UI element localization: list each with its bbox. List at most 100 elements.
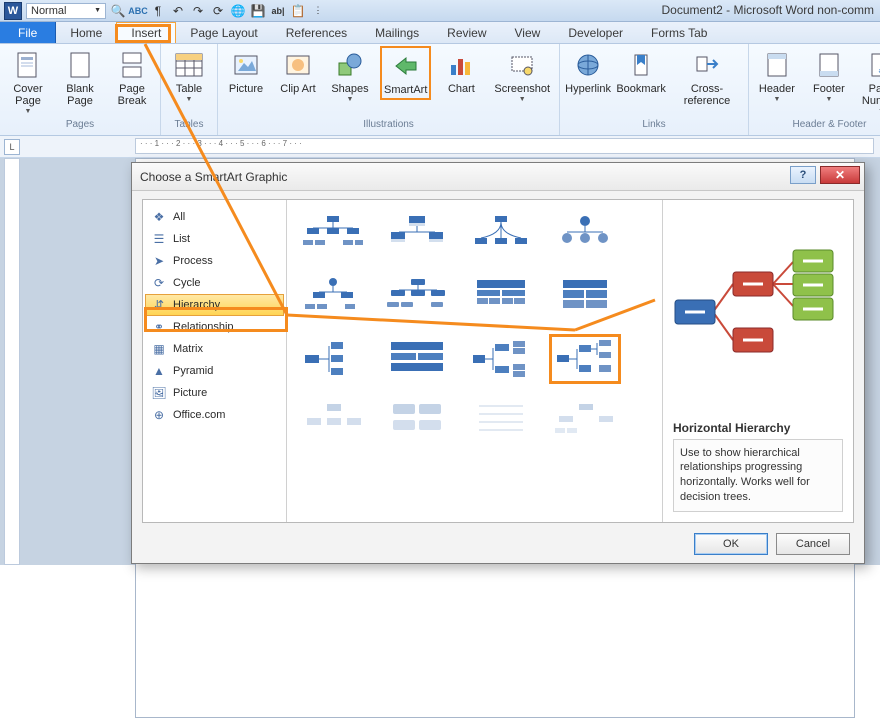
ruler-vertical[interactable] [4,158,20,565]
footer-button[interactable]: Footer▼ [807,46,851,106]
chart-button[interactable]: Chart [439,46,483,98]
thumb-circle-picture-hier[interactable] [549,210,621,260]
bookmark-button[interactable]: Bookmark [618,46,664,98]
blank-page-button[interactable]: Blank Page [58,46,102,110]
group-links-label: Links [566,119,742,133]
thumb-name-title-org[interactable] [381,210,453,260]
group-pages-label: Pages [6,119,154,133]
category-matrix[interactable]: ▦Matrix [143,338,286,360]
shapes-label: Shapes [331,83,368,95]
category-picture[interactable]: 🖼Picture [143,382,286,404]
hyperlink-label: Hyperlink [565,83,611,95]
crossref-button[interactable]: Cross-reference [672,46,742,110]
table-button[interactable]: Table▼ [167,46,211,106]
thumb-hierarchy[interactable] [297,272,369,322]
category-panel: ❖All ☰List ➤Process ⟳Cycle ⇵Hierarchy ⚭R… [143,200,287,522]
category-cycle[interactable]: ⟳Cycle [143,272,286,294]
qat-languages-icon[interactable]: 🌐 [230,3,246,19]
cover-page-icon [12,49,44,81]
blank-page-icon [64,49,96,81]
tab-forms[interactable]: Forms Tab [637,22,721,43]
thumb-half-circle-org[interactable] [465,210,537,260]
relationship-icon: ⚭ [151,319,167,335]
cancel-button[interactable]: Cancel [776,533,850,555]
dialog-close-button[interactable]: ✕ [820,166,860,184]
hyperlink-button[interactable]: Hyperlink [566,46,610,98]
page-number-label: Page Number [862,83,880,107]
category-hierarchy[interactable]: ⇵Hierarchy [145,294,284,316]
qat-more-icon[interactable]: ⋮ [310,3,326,19]
category-all[interactable]: ❖All [143,206,286,228]
category-relationship[interactable]: ⚭Relationship [143,316,286,338]
dialog-help-button[interactable]: ? [790,166,816,184]
category-process[interactable]: ➤Process [143,250,286,272]
page-break-button[interactable]: Page Break [110,46,154,110]
tab-developer[interactable]: Developer [554,22,637,43]
qat-paragraph-icon[interactable]: ¶ [150,3,166,19]
tab-mailings[interactable]: Mailings [361,22,433,43]
qat-refresh-icon[interactable]: ⟳ [210,3,226,19]
thumb-horizontal-hierarchy[interactable] [549,334,621,384]
clipart-button[interactable]: Clip Art [276,46,320,98]
header-label: Header [759,83,795,95]
shapes-icon [334,49,366,81]
word-icon[interactable]: W [4,2,22,20]
window-title: Document2 - Microsoft Word non-comm [661,3,874,17]
officecom-icon: ⊕ [151,407,167,423]
pyramid-icon: ▲ [151,363,167,379]
tab-review[interactable]: Review [433,22,500,43]
crossref-icon [691,49,723,81]
tab-references[interactable]: References [272,22,361,43]
thumb-labeled-hierarchy[interactable] [381,272,453,322]
ok-button[interactable]: OK [694,533,768,555]
category-officecom[interactable]: ⊕Office.com [143,404,286,426]
qat-redo-icon[interactable]: ↷ [190,3,206,19]
qat-save-icon[interactable]: 💾 [250,3,266,19]
thumb-org-chart[interactable] [297,210,369,260]
bookmark-icon [625,49,657,81]
blank-page-label: Blank Page [61,83,99,107]
dialog-titlebar: Choose a SmartArt Graphic ? ✕ [132,163,864,191]
smartart-button[interactable]: SmartArt [380,46,431,100]
smartart-dialog: Choose a SmartArt Graphic ? ✕ ❖All ☰List… [131,162,865,564]
tab-insert[interactable]: Insert [116,22,176,43]
qat-undo-icon[interactable]: ↶ [170,3,186,19]
qat-clipboard-icon[interactable]: 📋 [290,3,306,19]
qat-preview-icon[interactable]: 🔍 [110,3,126,19]
clipart-label: Clip Art [280,83,315,95]
page-break-icon [116,49,148,81]
smartart-label: SmartArt [384,84,427,96]
thumb-table-hierarchy[interactable] [465,272,537,322]
tab-view[interactable]: View [501,22,555,43]
thumb-horizontal-org[interactable] [297,334,369,384]
tab-home[interactable]: Home [56,22,116,43]
clipart-icon [282,49,314,81]
screenshot-button[interactable]: Screenshot▼ [491,46,553,106]
shapes-button[interactable]: Shapes▼ [328,46,372,106]
thumb-horizontal-labeled[interactable] [465,334,537,384]
tab-page-layout[interactable]: Page Layout [176,22,271,43]
tab-file[interactable]: File [0,22,56,43]
list-icon: ☰ [151,231,167,247]
picture-button[interactable]: Picture [224,46,268,98]
picture-label: Picture [229,83,263,95]
ruler-horizontal[interactable]: · · · 1 · · · 2 · · · 3 · · · 4 · · · 5 … [135,138,874,154]
cover-page-button[interactable]: Cover Page▼ [6,46,50,118]
qat-spellcheck-icon[interactable]: ABC [130,3,146,19]
style-selector[interactable]: Normal ▼ [26,3,106,19]
thumb-hierarchy-list[interactable] [549,272,621,322]
qat-label-icon[interactable]: ab| [270,3,286,19]
category-pyramid[interactable]: ▲Pyramid [143,360,286,382]
thumb-faded-4[interactable] [549,396,621,446]
thumb-horizontal-multi[interactable] [381,334,453,384]
category-list[interactable]: ☰List [143,228,286,250]
thumb-faded-1[interactable] [297,396,369,446]
picture-cat-icon: 🖼 [151,385,167,401]
group-links: Hyperlink Bookmark Cross-reference Links [560,44,749,135]
thumb-faded-3[interactable] [465,396,537,446]
header-button[interactable]: Header▼ [755,46,799,106]
group-tables-label: Tables [167,119,211,133]
page-number-button[interactable]: # Page Number▼ [859,46,880,118]
thumb-faded-2[interactable] [381,396,453,446]
ruler-corner[interactable]: L [4,139,20,155]
